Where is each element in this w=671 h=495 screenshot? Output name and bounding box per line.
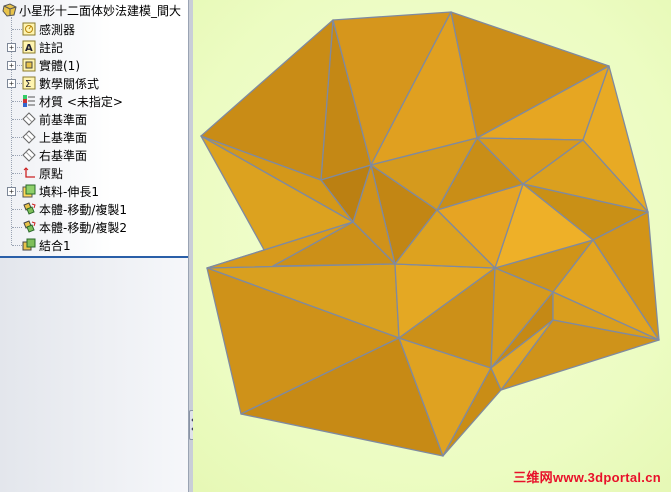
tree-item-5[interactable]: 前基準面 xyxy=(22,110,87,128)
tree-item-label: 填料-伸長1 xyxy=(39,184,99,199)
svg-text:Σ: Σ xyxy=(25,79,31,90)
tree-item-label: 材質 <未指定> xyxy=(39,94,123,109)
tree-root-label: 小星形十二面体妙法建模_間大 xyxy=(19,3,182,18)
extrude-icon xyxy=(22,184,36,198)
tree-item-2[interactable]: 實體(1) xyxy=(22,56,80,74)
material-icon xyxy=(22,94,36,108)
expand-toggle-9[interactable]: + xyxy=(7,187,16,196)
tree-item-6[interactable]: 上基準面 xyxy=(22,128,87,146)
plane-icon xyxy=(22,148,36,162)
tree-item-3[interactable]: Σ 數學關係式 xyxy=(22,74,99,92)
feature-tree-panel: 小星形十二面体妙法建模_間大 感測器 + A 註記 + 實體(1) + Σ 數學關係式材質 <未… xyxy=(0,0,188,492)
tree-item-label: 數學關係式 xyxy=(39,76,100,91)
tree-item-label: 上基準面 xyxy=(39,130,88,145)
origin-icon xyxy=(22,166,36,180)
tree-item-label: 右基準面 xyxy=(39,148,88,163)
expand-toggle-1[interactable]: + xyxy=(7,43,16,52)
expand-toggle-3[interactable]: + xyxy=(7,79,16,88)
expand-toggle-2[interactable]: + xyxy=(7,61,16,70)
tree-item-label: 本體-移動/複製2 xyxy=(39,220,128,235)
move-copy-icon xyxy=(22,220,36,234)
tree-item-8[interactable]: 原點 xyxy=(22,164,63,182)
tree-item-7[interactable]: 右基準面 xyxy=(22,146,87,164)
tree-item-9[interactable]: 填料-伸長1 xyxy=(22,182,99,200)
tree-item-1[interactable]: A 註記 xyxy=(22,38,63,56)
plane-icon xyxy=(22,130,36,144)
combine-icon xyxy=(22,238,36,252)
tree-item-label: 前基準面 xyxy=(39,112,88,127)
tree-item-0[interactable]: 感測器 xyxy=(22,20,75,38)
tree-item-label: 本體-移動/複製1 xyxy=(39,202,128,217)
small-stellated-dodecahedron-model[interactable] xyxy=(193,0,671,492)
tree-root[interactable]: 小星形十二面体妙法建模_間大 xyxy=(2,1,181,19)
move-copy-icon xyxy=(22,202,36,216)
tree-item-label: 原點 xyxy=(39,166,64,181)
tree-item-label: 結合1 xyxy=(39,238,71,253)
tree-item-label: 註記 xyxy=(39,40,64,55)
plane-icon xyxy=(22,112,36,126)
tree-item-10[interactable]: 本體-移動/複製1 xyxy=(22,200,127,218)
svg-text:A: A xyxy=(25,43,33,54)
tree-item-label: 感測器 xyxy=(39,22,76,37)
tree-item-12[interactable]: 結合1 xyxy=(22,236,71,254)
sensor-icon xyxy=(22,22,36,36)
tree-item-label: 實體(1) xyxy=(39,58,80,73)
annotation-icon: A xyxy=(22,40,36,54)
tree-item-11[interactable]: 本體-移動/複製2 xyxy=(22,218,127,236)
watermark-text: 三维网www.3dportal.cn xyxy=(513,470,661,485)
part-icon xyxy=(2,3,17,17)
graphics-viewport[interactable] xyxy=(193,0,671,492)
solid-bodies-icon xyxy=(22,58,36,72)
tree-empty-area xyxy=(0,258,188,492)
equations-icon: Σ xyxy=(22,76,36,90)
tree-item-4[interactable]: 材質 <未指定> xyxy=(22,92,123,110)
